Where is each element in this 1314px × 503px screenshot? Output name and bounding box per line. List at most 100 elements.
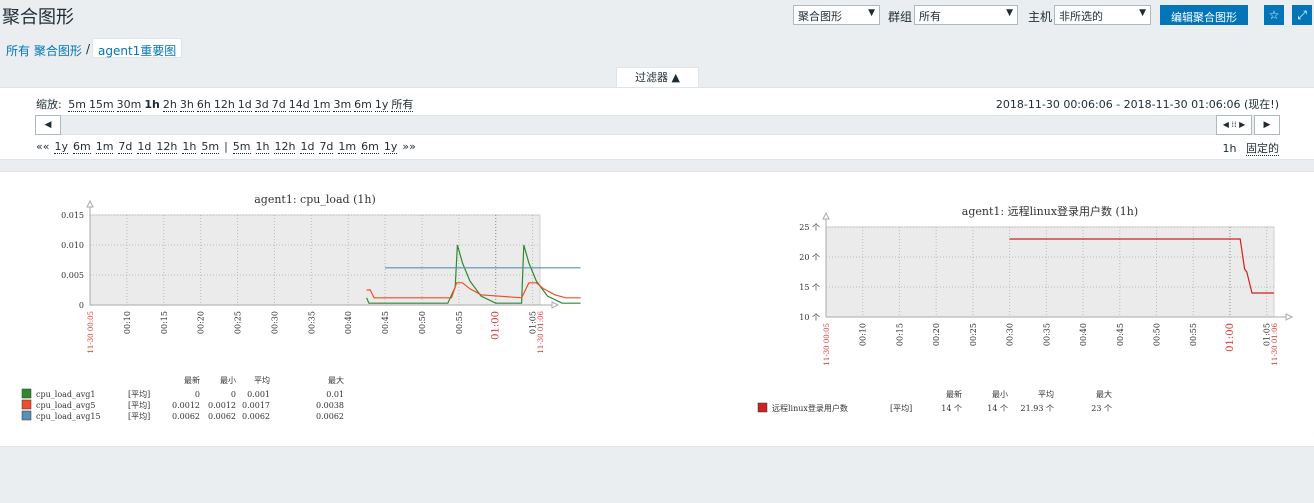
legend-value: 0.0062 [316,412,344,421]
breadcrumb-all-screens[interactable]: 所有 聚合图形 [6,42,82,59]
legend-value: 21.93 个 [1021,404,1054,413]
legend-series-name: 远程linux登录用户数 [772,403,848,413]
nav-forward-option[interactable]: 5m [232,140,251,154]
zoom-option[interactable]: 6h [196,98,211,112]
timeline-scrollbar[interactable] [35,115,1280,135]
scroll-left-icon[interactable]: ◀ [35,115,61,135]
zoom-option[interactable]: 1h [144,98,160,111]
zoom-option[interactable]: 3m [333,98,352,112]
x-tick-label: 00:35 [307,311,316,334]
host-select-value: 非所选的 [1059,10,1103,23]
filter-panel: 缩放: 5m 15m 30m 1h 2h 3h 6h 12h 1d 3d 7d 14d 1m 3m 6m 1y… [0,87,1314,160]
legend-value: 0.0038 [316,401,344,410]
zoom-option[interactable]: 1y [374,98,389,112]
group-label: 群组 [888,10,913,24]
legend-header: 最新 [184,375,200,385]
x-tick-label: 00:10 [859,323,868,346]
x-tick-label: 00:35 [1042,323,1051,346]
zoom-option[interactable]: 15m [88,98,114,112]
chevron-down-icon: ▼ [1006,8,1013,18]
breadcrumb-current[interactable]: agent1重要图 [92,38,183,58]
nav-back-option[interactable]: 1h [182,140,197,154]
y-tick-label: 0.010 [61,241,84,250]
x-axis-arrow-icon [551,301,560,309]
nav-forward-option[interactable]: 12h [274,140,296,154]
x-start-label: 11-30 00:05 [87,311,95,354]
y-axis-arrow-icon [86,199,94,208]
y-axis-arrow-icon [822,211,830,220]
nav-back-link[interactable]: «« [36,140,49,153]
nav-forward-option[interactable]: 7d [319,140,334,154]
zoom-option[interactable]: 1d [237,98,252,112]
nav-forward-option[interactable]: 1m [338,140,357,154]
zoom-row: 缩放: 5m 15m 30m 1h 2h 3h 6h 12h 1d 3d 7d 14d 1m 3m 6m 1y… [36,96,416,112]
legend-header: 最大 [328,375,344,385]
host-select[interactable]: 非所选的 ▼ [1054,5,1151,25]
nav-forward-option[interactable]: 6m [361,140,379,154]
scroll-right-icon[interactable]: ▶ [1254,115,1280,135]
chevron-down-icon: ▼ [868,8,875,18]
x-end-label: 11-30 01:06 [1271,322,1279,365]
zoom-option[interactable]: 2h [162,98,177,112]
group-select[interactable]: 所有 ▼ [914,5,1018,25]
nav-back-option[interactable]: 1y [54,140,68,154]
nav-back-option[interactable]: 1m [95,140,114,154]
legend-series-name: cpu_load_avg5 [36,401,96,410]
zoom-option[interactable]: 12h [213,98,235,112]
zoom-option[interactable]: 7d [271,98,286,112]
chart-title: agent1: cpu_load (1h) [254,193,376,206]
edit-screen-button[interactable]: 编辑聚合图形 [1160,5,1248,25]
zoom-option[interactable]: 3d [254,98,269,112]
legend-value: 0.0062 [172,412,200,421]
nav-forward-link[interactable]: »» [402,140,415,153]
legend-value: 0.001 [247,390,270,399]
x-end-label: 11-30 01:06 [537,310,545,353]
legend-swatch [21,410,32,421]
fixed-toggle[interactable]: 固定的 [1246,142,1279,156]
x-tick-label: 00:20 [932,323,941,346]
legend-series-name: cpu_load_avg1 [36,390,96,399]
zoom-label: 缩放: [36,98,62,111]
nav-forward-option[interactable]: 1h [255,140,270,154]
zoom-option[interactable]: 1m [312,98,331,112]
nav-forward-option[interactable]: 1d [300,140,315,154]
nav-back-option[interactable]: 12h [156,140,178,154]
x-tick-label: 00:10 [123,311,132,334]
nav-forward-option[interactable]: 1y [383,140,398,154]
x-tick-label: 00:55 [455,311,464,334]
nav-row: «« 1y 6m 1m 7d 1d 12h 1h 5m | 5m 1h 12h 1d 7d 1m 6m 1y »» [36,140,421,154]
zoom-option[interactable]: 所有 [391,98,414,112]
graphs-panel: agent1: cpu_load (1h) 0.015 0.010 0.005 0 00:… [0,171,1314,447]
time-range: 2018-11-30 00:06:06 - 2018-11-30 01:06:0… [995,98,1279,111]
scroll-handle-icon[interactable]: ◀ ⁞⁞ ▶ [1216,115,1252,135]
filter-tab[interactable]: 过滤器 ▲ [616,67,699,88]
zoom-option[interactable]: 5m [68,98,86,112]
login-users-graph: agent1: 远程linux登录用户数 (1h) 25 个 20 个 15 个 10 … [757,204,1294,413]
zoom-option[interactable]: 30m [116,98,142,112]
legend-func: [平均] [890,403,912,413]
x-tick-label: 00:15 [895,323,904,346]
chart-title: agent1: 远程linux登录用户数 (1h) [962,204,1138,218]
zoom-option[interactable]: 14d [288,98,310,112]
plot-area [89,214,541,306]
nav-back-option[interactable]: 1d [137,140,152,154]
x-tick-label: 00:30 [1006,323,1015,346]
x-tick-label: 00:25 [234,311,243,334]
nav-back-option[interactable]: 7d [118,140,133,154]
y-tick-label: 0 [79,301,84,310]
legend-header: 最大 [1096,389,1112,399]
star-icon[interactable]: ☆ [1264,5,1284,25]
legend-header: 最小 [992,390,1008,399]
legend-header: 最新 [946,389,962,399]
expand-icon[interactable]: ⤢ [1292,5,1312,25]
x-tick-label: 00:40 [1079,323,1088,346]
legend-header: 平均 [1038,389,1054,399]
legend-func: [平均] [128,389,150,399]
period-value: 1h [1222,142,1237,155]
screen-select[interactable]: 聚合图形 ▼ [793,5,880,25]
zoom-option[interactable]: 3h [179,98,194,112]
nav-back-option[interactable]: 5m [201,140,220,154]
x-tick-label: 00:45 [1116,323,1125,346]
zoom-option[interactable]: 6m [354,98,372,112]
nav-back-option[interactable]: 6m [72,140,91,154]
